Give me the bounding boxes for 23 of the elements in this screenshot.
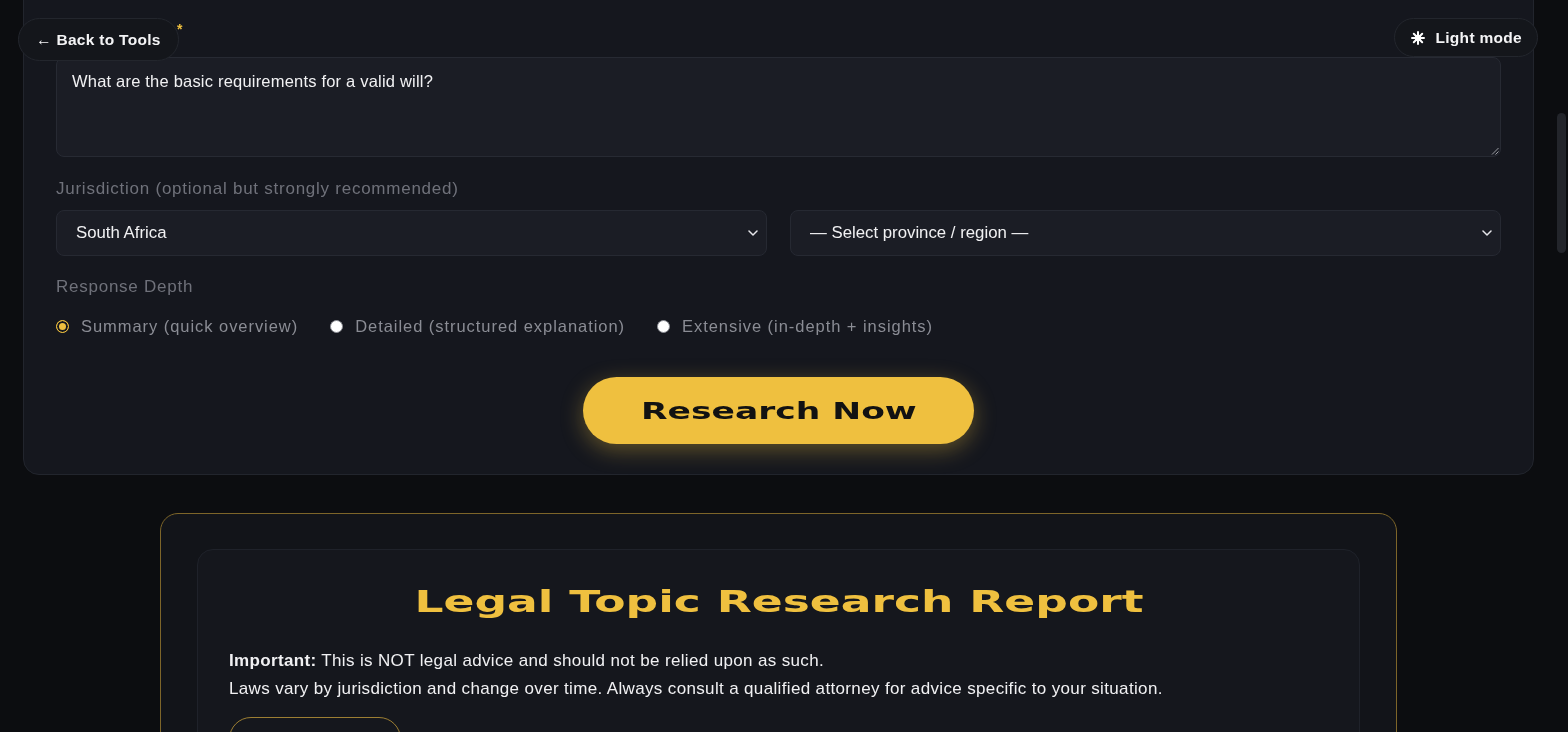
required-mark: * <box>177 22 183 36</box>
disclaimer-text: Laws vary by jurisdiction and change over time. Always consult a qualified attorney for advice specific to your situation. <box>229 678 1163 700</box>
button-label: Light mode <box>1435 28 1522 47</box>
region-select[interactable]: — Select province / region — <box>790 210 1501 256</box>
disclaimer-text: Important: This is NOT legal advice and should not be relied upon as such. <box>229 650 825 672</box>
scrollbar-thumb[interactable] <box>1557 113 1566 253</box>
research-now-button[interactable]: Research Now <box>583 377 974 444</box>
light-mode-button[interactable]: Light mode <box>1394 18 1538 57</box>
radio-label[interactable]: Extensive (in-depth + insights) <box>682 316 933 336</box>
field-label: Jurisdiction (optional but strongly recommended) <box>56 179 459 198</box>
chevron-down-icon <box>748 230 758 236</box>
question-textarea[interactable]: What are the basic requirements for a valid will? <box>56 57 1501 157</box>
radio-button[interactable] <box>330 319 344 333</box>
chevron-down-icon <box>1482 230 1492 236</box>
radio-button[interactable] <box>56 319 69 333</box>
report-title: Legal Topic Research Report <box>414 582 1143 620</box>
radio-label[interactable]: Detailed (structured explanation) <box>355 316 625 336</box>
radio-label[interactable]: Summary (quick overview) <box>81 316 299 336</box>
country-select[interactable]: South Africa <box>56 210 767 256</box>
radio-button[interactable] <box>657 319 670 333</box>
field-label: Response Depth <box>56 277 194 296</box>
sun-icon <box>1411 30 1426 45</box>
resize-grip-icon[interactable] <box>1491 147 1499 155</box>
